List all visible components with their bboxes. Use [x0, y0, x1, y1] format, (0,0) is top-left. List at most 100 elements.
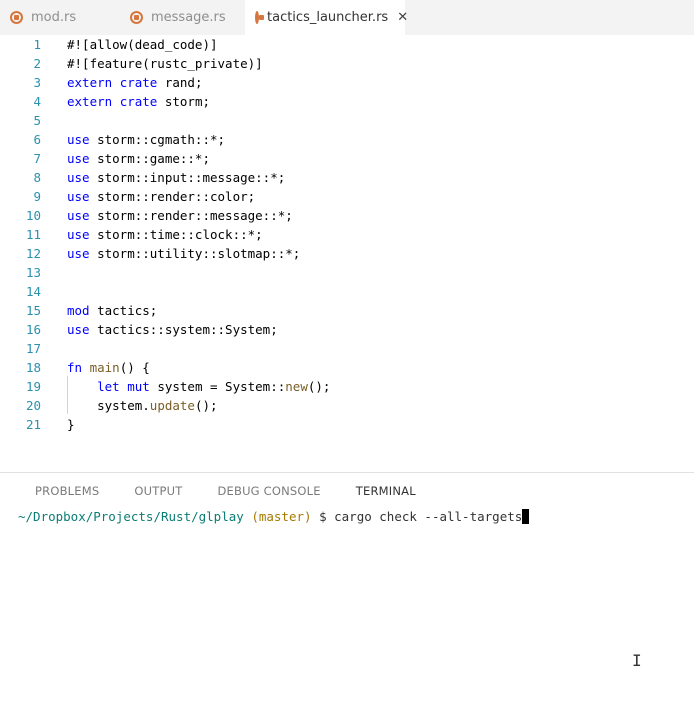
line-number: 18: [25, 360, 41, 375]
function-token: new: [285, 379, 308, 394]
code-line: 21}: [0, 415, 694, 434]
code-text: }: [67, 415, 75, 434]
keyword-token: use: [67, 227, 90, 242]
code-text: fn main() {: [67, 358, 150, 377]
tab-tactics-launcher-rs[interactable]: tactics_launcher.rs ✕: [245, 0, 408, 35]
code-token: system = System::: [149, 379, 286, 394]
panel-tabs: PROBLEMS OUTPUT DEBUG CONSOLE TERMINAL: [0, 473, 416, 509]
code-line: 5: [0, 111, 694, 130]
keyword-token: crate: [119, 94, 158, 109]
code-token: rand;: [157, 75, 203, 90]
tab-mod-rs[interactable]: mod.rs: [0, 0, 120, 35]
keyword-token: crate: [119, 75, 158, 90]
code-token: storm::time::clock::*;: [89, 227, 263, 242]
code-token: storm::render::color;: [89, 189, 256, 204]
code-text: use storm::render::color;: [67, 187, 255, 206]
terminal-command: cargo check --all-targets: [334, 509, 523, 524]
line-number: 2: [33, 56, 41, 71]
line-number: 9: [33, 189, 41, 204]
tab-problems[interactable]: PROBLEMS: [0, 473, 99, 509]
line-number: 11: [25, 227, 41, 242]
code-line: 17: [0, 339, 694, 358]
line-number: 17: [25, 341, 41, 356]
code-line: 13: [0, 263, 694, 282]
editor-tab-bar: mod.rs message.rs tactics_launcher.rs ✕: [0, 0, 694, 35]
tab-label: message.rs: [151, 10, 226, 25]
code-text: extern crate storm;: [67, 92, 210, 111]
line-number: 5: [33, 113, 41, 128]
line-number: 14: [25, 284, 41, 299]
keyword-token: let: [97, 379, 120, 394]
keyword-token: use: [67, 132, 90, 147]
keyword-token: use: [67, 170, 90, 185]
keyword-token: extern: [67, 94, 113, 109]
keyword-token: mod: [67, 303, 90, 318]
tab-output[interactable]: OUTPUT: [99, 473, 182, 509]
code-token: storm::cgmath::*;: [89, 132, 226, 147]
tab-label: mod.rs: [31, 10, 77, 25]
line-number: 8: [33, 170, 41, 185]
terminal-path: ~/Dropbox/Projects/Rust/glplay: [18, 509, 244, 524]
terminal-branch: (master): [251, 509, 312, 524]
code-text: system.update();: [67, 396, 217, 415]
keyword-token: mut: [127, 379, 150, 394]
tab-terminal[interactable]: TERMINAL: [321, 473, 416, 509]
tab-message-rs[interactable]: message.rs: [120, 0, 245, 35]
code-line: 3 extern crate rand;: [0, 73, 694, 92]
terminal-prompt-symbol: $: [319, 509, 327, 524]
code-token: storm::game::*;: [89, 151, 210, 166]
code-text: #![allow(dead_code)]: [67, 35, 218, 54]
code-line: 9 use storm::render::color;: [0, 187, 694, 206]
code-line: 18 fn main() {: [0, 358, 694, 377]
code-token: storm::render::message::*;: [89, 208, 293, 223]
code-text: use storm::utility::slotmap::*;: [67, 244, 300, 263]
code-token: system.: [67, 398, 150, 413]
terminal-prompt-line[interactable]: ~/Dropbox/Projects/Rust/glplay (master) …: [18, 508, 530, 526]
keyword-token: use: [67, 151, 90, 166]
code-line: 10 use storm::render::message::*;: [0, 206, 694, 225]
rust-file-icon: [130, 11, 143, 24]
line-number: 20: [25, 398, 41, 413]
code-line: 2 #![feature(rustc_private)]: [0, 54, 694, 73]
line-number: 19: [25, 379, 41, 394]
line-number: 10: [25, 208, 41, 223]
line-number: 6: [33, 132, 41, 147]
code-token: storm;: [157, 94, 211, 109]
code-text: use storm::render::message::*;: [67, 206, 293, 225]
code-text: #![feature(rustc_private)]: [67, 54, 263, 73]
line-number: 1: [33, 37, 41, 52]
code-text: use tactics::system::System;: [67, 320, 278, 339]
code-line: 1 #![allow(dead_code)]: [0, 35, 694, 54]
rust-file-icon: [255, 11, 264, 24]
close-icon[interactable]: ✕: [397, 10, 408, 25]
code-token: tactics::system::System;: [89, 322, 278, 337]
function-token: main: [89, 360, 120, 375]
code-line: 4 extern crate storm;: [0, 92, 694, 111]
code-token: storm::utility::slotmap::*;: [89, 246, 301, 261]
code-line: 14: [0, 282, 694, 301]
line-number: 4: [33, 94, 41, 109]
function-token: update: [149, 398, 195, 413]
code-editor[interactable]: 1 #![allow(dead_code)] 2 #![feature(rustc_p…: [0, 35, 694, 472]
line-number: 12: [25, 246, 41, 261]
keyword-token: fn: [67, 360, 83, 375]
code-text: extern crate rand;: [67, 73, 202, 92]
code-token: storm::input::message::*;: [89, 170, 286, 185]
code-line: 15 mod tactics;: [0, 301, 694, 320]
code-token: #![feature(rustc_private)]: [67, 56, 263, 71]
code-token: #![allow(dead_code)]: [67, 37, 218, 52]
code-line: 20 system.update();: [0, 396, 694, 415]
code-text: let mut system = System::new();: [67, 377, 330, 396]
keyword-token: use: [67, 246, 90, 261]
code-line: 8 use storm::input::message::*;: [0, 168, 694, 187]
code-token: }: [67, 417, 75, 432]
code-token: () {: [119, 360, 150, 375]
code-line: 16 use tactics::system::System;: [0, 320, 694, 339]
code-text: mod tactics;: [67, 301, 157, 320]
code-line: 11 use storm::time::clock::*;: [0, 225, 694, 244]
tab-debug-console[interactable]: DEBUG CONSOLE: [182, 473, 320, 509]
